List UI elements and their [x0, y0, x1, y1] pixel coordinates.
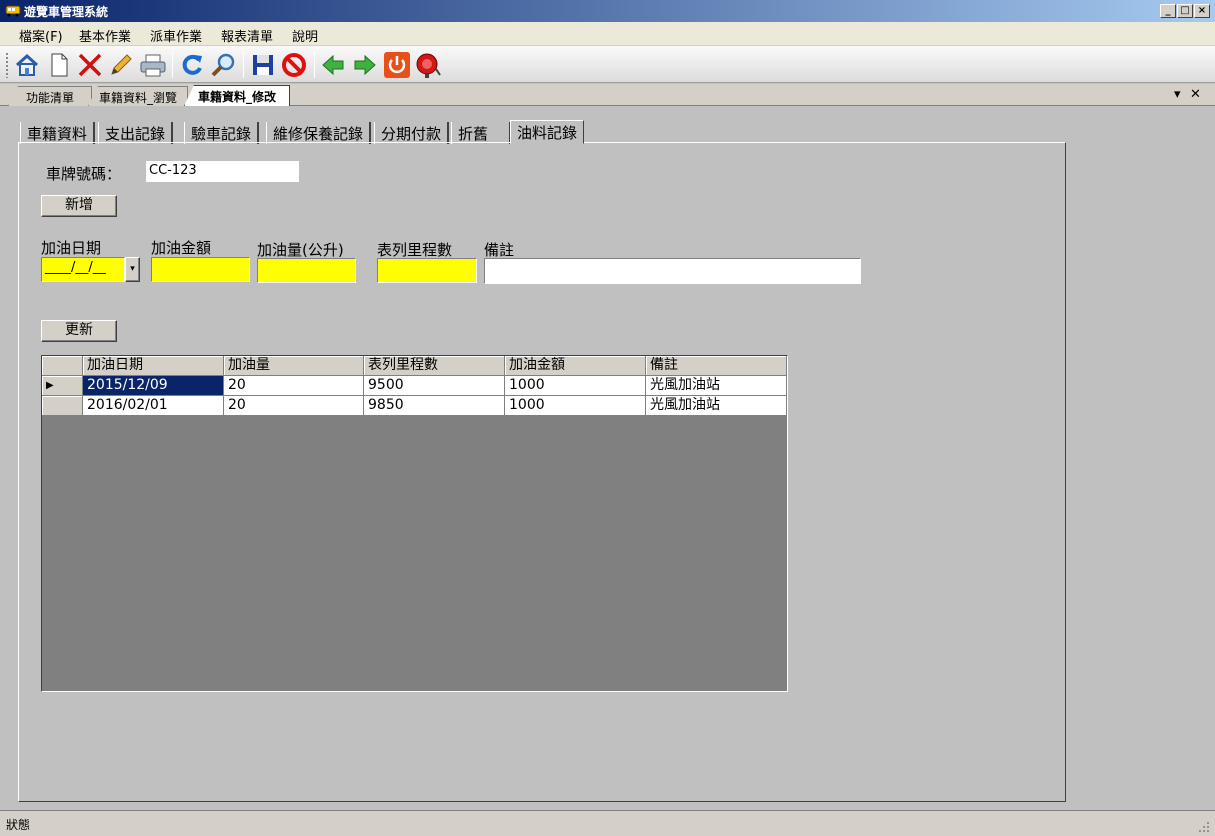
- maximize-button[interactable]: □: [1177, 4, 1193, 18]
- tab-maintenance-records[interactable]: 維修保養記錄: [266, 122, 372, 144]
- fuel-records-grid[interactable]: 加油日期 加油量 表列里程數 加油金額 備註 ▶ 2015/12/09 20 9…: [41, 355, 788, 692]
- odometer-input[interactable]: [377, 258, 477, 283]
- close-window-button[interactable]: ×: [1194, 4, 1210, 18]
- grid-cell[interactable]: 1000: [505, 396, 646, 416]
- row-header-corner: [42, 356, 83, 376]
- menu-help[interactable]: 說明: [292, 26, 318, 45]
- grid-cell[interactable]: 20: [224, 376, 364, 396]
- home-icon[interactable]: [12, 50, 42, 80]
- fuel-amount-input[interactable]: [151, 257, 250, 282]
- fuel-records-panel: 車牌號碼： CC-123 新增 加油日期 加油金額 加油量(公升) 表列里程數 …: [18, 142, 1066, 802]
- odometer-label: 表列里程數: [377, 241, 453, 259]
- grid-cell[interactable]: 9850: [364, 396, 505, 416]
- tab-depreciation[interactable]: 折舊: [451, 122, 511, 144]
- close-doc-tab-icon[interactable]: ✕: [1190, 87, 1201, 102]
- save-disk-icon[interactable]: [248, 50, 278, 80]
- note-input[interactable]: [484, 258, 861, 284]
- delete-x-icon[interactable]: [75, 50, 105, 80]
- add-button[interactable]: 新增: [41, 195, 117, 217]
- minimize-button[interactable]: _: [1160, 4, 1176, 18]
- column-header-fuel-date[interactable]: 加油日期: [83, 356, 224, 376]
- tab-installment-payments[interactable]: 分期付款: [374, 122, 450, 144]
- grid-cell[interactable]: 光風加油站: [646, 376, 787, 396]
- fuel-date-input[interactable]: ____/__/__: [41, 257, 125, 282]
- tab-dropdown-icon[interactable]: ▾: [1174, 87, 1181, 102]
- bus-icon: [5, 5, 21, 17]
- menu-bar: 檔案(F) 基本作業 派車作業 報表清單 說明: [0, 22, 1215, 46]
- edit-pencil-icon[interactable]: [106, 50, 136, 80]
- chevron-down-icon: ▾: [130, 264, 135, 274]
- table-row[interactable]: 2016/02/01 20 9850 1000 光風加油站: [42, 396, 787, 416]
- grid-cell[interactable]: 2016/02/01: [83, 396, 224, 416]
- column-header-note[interactable]: 備註: [646, 356, 787, 376]
- column-header-odometer[interactable]: 表列里程數: [364, 356, 505, 376]
- workspace: 車籍資料 支出記錄 驗車記錄 維修保養記錄 分期付款 折舊 油料記錄 車牌號碼：…: [4, 106, 1211, 810]
- search-magnifier-icon[interactable]: [208, 50, 238, 80]
- menu-dispatch-operations[interactable]: 派車作業: [150, 26, 202, 45]
- menu-reports[interactable]: 報表清單: [221, 26, 273, 45]
- tab-inspection-records[interactable]: 驗車記錄: [184, 122, 260, 144]
- forward-arrow-icon[interactable]: [350, 50, 380, 80]
- tab-expense-records[interactable]: 支出記錄: [98, 122, 174, 144]
- table-row[interactable]: ▶ 2015/12/09 20 9500 1000 光風加油站: [42, 376, 787, 396]
- menu-basic-operations[interactable]: 基本作業: [79, 26, 131, 45]
- toolbar-grip[interactable]: [5, 52, 9, 78]
- doc-tab-vehicle-browse[interactable]: 車籍資料_瀏覽: [88, 86, 188, 106]
- resize-grip-icon[interactable]: [1198, 821, 1210, 833]
- column-header-fuel-volume[interactable]: 加油量: [224, 356, 364, 376]
- print-icon[interactable]: [138, 50, 168, 80]
- current-row-indicator-icon[interactable]: ▶: [42, 376, 83, 396]
- fuel-volume-input[interactable]: [257, 258, 356, 283]
- doc-tab-vehicle-edit[interactable]: 車籍資料_修改: [184, 85, 290, 106]
- update-button[interactable]: 更新: [41, 320, 117, 342]
- plate-number-value: CC-123: [146, 161, 299, 182]
- refresh-icon[interactable]: [177, 50, 207, 80]
- stop-icon[interactable]: [279, 50, 309, 80]
- grid-cell[interactable]: 20: [224, 396, 364, 416]
- note-label: 備註: [484, 241, 515, 259]
- title-bar: 遊覽車管理系統 _ □ ×: [0, 0, 1215, 22]
- status-bar: 狀態: [0, 810, 1215, 836]
- alarm-bell-icon[interactable]: [413, 50, 443, 80]
- grid-cell[interactable]: 1000: [505, 376, 646, 396]
- window-title: 遊覽車管理系統: [24, 5, 109, 19]
- menu-file[interactable]: 檔案(F): [19, 26, 63, 45]
- grid-cell[interactable]: 2015/12/09: [83, 376, 224, 396]
- fuel-volume-label: 加油量(公升): [257, 241, 344, 259]
- power-icon[interactable]: [382, 50, 412, 80]
- document-tab-strip: 功能清單 車籍資料_瀏覽 車籍資料_修改 ▾ ✕: [0, 84, 1215, 106]
- tab-vehicle-info[interactable]: 車籍資料: [20, 122, 96, 144]
- column-header-fuel-amount[interactable]: 加油金額: [505, 356, 646, 376]
- back-arrow-icon[interactable]: [318, 50, 348, 80]
- doc-tab-function-list[interactable]: 功能清單: [8, 86, 92, 106]
- grid-header: 加油日期 加油量 表列里程數 加油金額 備註: [42, 356, 787, 376]
- fuel-date-label: 加油日期: [41, 239, 102, 257]
- grid-cell[interactable]: 光風加油站: [646, 396, 787, 416]
- tab-fuel-records[interactable]: 油料記錄: [510, 120, 585, 144]
- grid-cell[interactable]: 9500: [364, 376, 505, 396]
- date-dropdown-button[interactable]: ▾: [125, 257, 140, 282]
- row-header[interactable]: [42, 396, 83, 416]
- toolbar: [0, 46, 1215, 83]
- plate-number-label: 車牌號碼：: [46, 165, 122, 183]
- status-text: 狀態: [6, 818, 31, 832]
- new-document-icon[interactable]: [44, 50, 74, 80]
- fuel-amount-label: 加油金額: [151, 239, 212, 257]
